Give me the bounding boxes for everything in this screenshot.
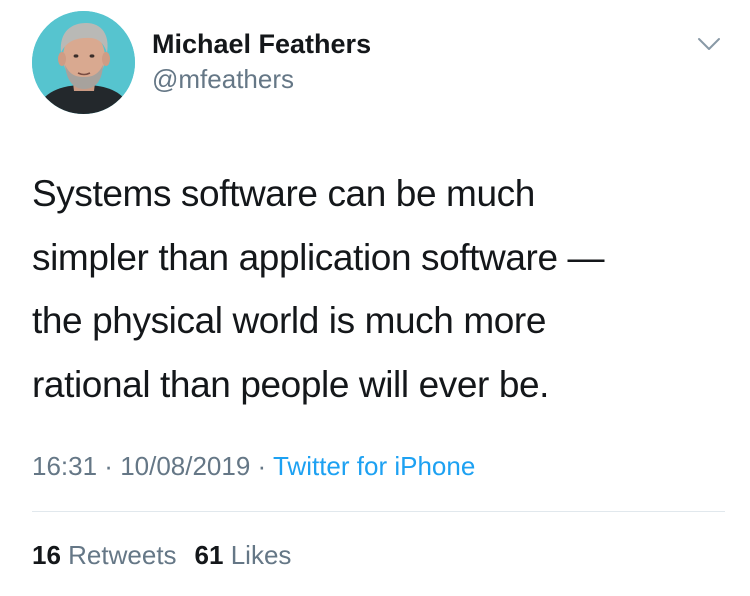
meta-separator: ·	[250, 451, 273, 481]
display-name[interactable]: Michael Feathers	[152, 27, 371, 61]
divider	[32, 511, 725, 512]
retweets-stat[interactable]: 16 Retweets	[32, 539, 177, 571]
tweet-time[interactable]: 16:31	[32, 451, 97, 481]
retweets-label: Retweets	[68, 540, 177, 570]
user-handle[interactable]: @mfeathers	[152, 63, 371, 95]
chevron-down-icon[interactable]	[697, 36, 721, 52]
author-block[interactable]: Michael Feathers @mfeathers	[152, 27, 371, 95]
meta-separator: ·	[97, 451, 121, 481]
likes-count: 61	[194, 540, 224, 570]
retweets-count: 16	[32, 540, 61, 570]
likes-label: Likes	[230, 540, 292, 570]
tweet-metadata: 16:31 · 10/08/2019 · Twitter for iPhone	[32, 450, 475, 482]
tweet-card: Michael Feathers @mfeathers Systems soft…	[0, 0, 750, 596]
likes-stat[interactable]: 61 Likes	[195, 539, 292, 571]
tweet-text: Systems software can be much simpler tha…	[32, 173, 605, 405]
engagement-stats: 16 Retweets 61 Likes	[32, 539, 291, 571]
avatar[interactable]	[32, 11, 135, 114]
tweet-source-link[interactable]: Twitter for iPhone	[273, 451, 475, 481]
tweet-date[interactable]: 10/08/2019	[120, 451, 250, 481]
avatar-photo	[32, 11, 135, 114]
